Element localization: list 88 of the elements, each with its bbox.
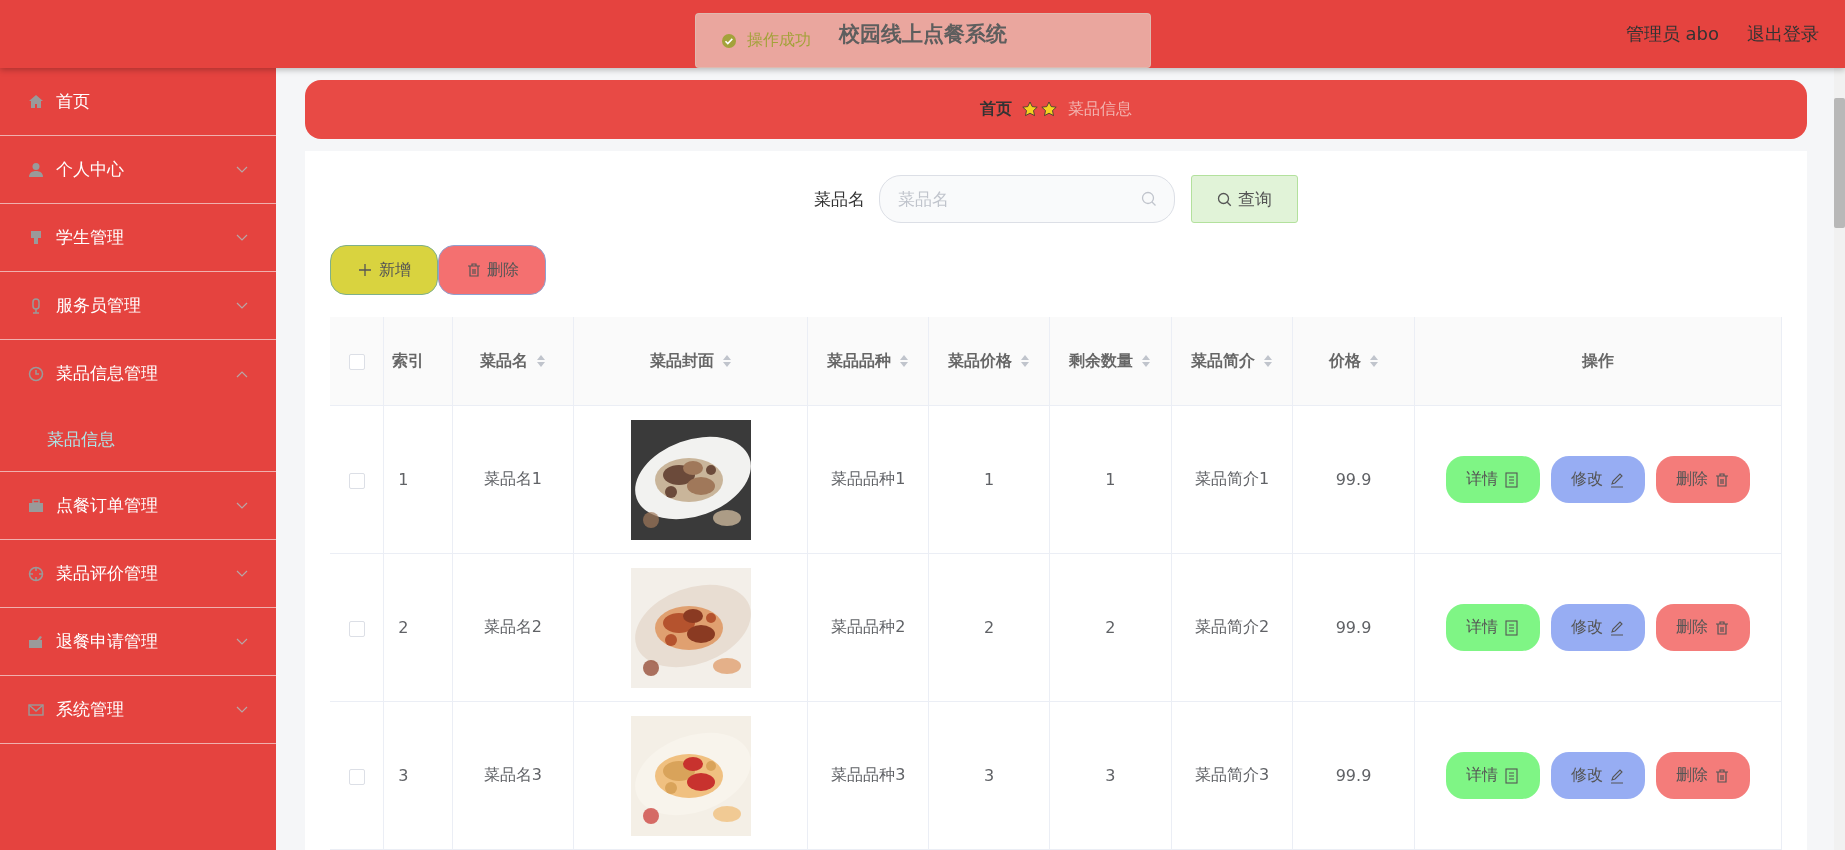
table-cell: 1: [398, 470, 409, 489]
delete-button[interactable]: 删除: [438, 245, 546, 295]
trash-icon: [465, 262, 480, 278]
table-cell: 3: [398, 766, 409, 785]
user-name: 管理员 abo: [1625, 22, 1719, 46]
detail-button[interactable]: 详情: [1445, 604, 1540, 651]
table-cell: 菜品简介2: [1194, 617, 1270, 636]
app-title: 校园线上点餐系统: [838, 21, 1007, 48]
pencil-icon: [1609, 767, 1625, 784]
column-header[interactable]: 菜品简介: [1191, 350, 1256, 372]
edit-button[interactable]: 修改: [1550, 456, 1645, 503]
table-cell: 2: [1105, 618, 1116, 637]
search-field[interactable]: 菜品名: [879, 175, 1175, 223]
column-header[interactable]: 剩余数量: [1069, 350, 1134, 372]
column-header[interactable]: 菜品品种: [827, 350, 892, 372]
trash-icon: [1714, 619, 1730, 636]
table-cell: 99.9: [1335, 766, 1372, 785]
document-icon: [1504, 767, 1520, 784]
column-header[interactable]: 菜品封面: [649, 350, 714, 372]
search-icon: [1217, 191, 1232, 207]
home-icon: [28, 93, 44, 110]
pin-icon: [28, 229, 44, 246]
table-cell: 3: [1105, 766, 1116, 785]
column-header[interactable]: 菜品名: [479, 350, 528, 372]
query-button[interactable]: 查询: [1191, 175, 1298, 223]
delete-button[interactable]: 删除: [1655, 456, 1750, 503]
detail-button[interactable]: 详情: [1445, 752, 1540, 799]
table-cell: 99.9: [1335, 618, 1372, 637]
table-cell: 菜品品种1: [831, 469, 906, 488]
detail-button[interactable]: 详情: [1445, 456, 1540, 503]
column-header[interactable]: 价格: [1328, 350, 1361, 372]
logout-link[interactable]: 退出登录: [1747, 22, 1819, 46]
menu-item[interactable]: 退餐申请管理: [0, 608, 276, 675]
column-header[interactable]: 操作: [1581, 350, 1614, 372]
briefcase-icon: [28, 497, 44, 514]
table-cell: 2: [984, 618, 995, 637]
menu-item[interactable]: 首页: [0, 68, 276, 135]
submenu-item[interactable]: 菜品信息: [0, 407, 276, 471]
table-cell: 99.9: [1335, 470, 1372, 489]
menu-item[interactable]: 菜品评价管理: [0, 540, 276, 607]
trash-icon: [1714, 471, 1730, 488]
stars-separator-icon: [1022, 101, 1058, 118]
table-cell: 菜品简介1: [1194, 469, 1270, 488]
column-header[interactable]: 索引: [392, 350, 425, 372]
crosshair-icon: [28, 565, 44, 582]
delete-button[interactable]: 删除: [1655, 604, 1750, 651]
document-icon: [1504, 619, 1520, 636]
clock-icon: [28, 365, 44, 382]
menu-item[interactable]: 学生管理: [0, 204, 276, 271]
table-cell: 菜品名3: [483, 765, 542, 784]
table-cell: 2: [398, 618, 409, 637]
table-cell: 1: [984, 470, 995, 489]
wallet-icon: [28, 633, 44, 650]
menu-item[interactable]: 点餐订单管理: [0, 472, 276, 539]
menu-item[interactable]: 个人中心: [0, 136, 276, 203]
table-cell: 1: [1105, 470, 1116, 489]
delete-button[interactable]: 删除: [1655, 752, 1750, 799]
search-label: 菜品名: [814, 187, 865, 211]
search-icon: [1141, 191, 1157, 207]
success-icon: [721, 32, 737, 49]
pencil-icon: [1609, 471, 1625, 488]
menu-item[interactable]: 菜品信息管理: [0, 340, 276, 407]
scrollbar[interactable]: [1834, 68, 1845, 850]
breadcrumb-item[interactable]: 首页: [980, 99, 1012, 120]
table-cell: 菜品名1: [483, 469, 542, 488]
toast-text: 操作成功: [747, 30, 811, 51]
table-cell: 菜品品种3: [831, 765, 906, 784]
pencil-icon: [1609, 619, 1625, 636]
trash-icon: [1714, 767, 1730, 784]
menu-item[interactable]: 系统管理: [0, 676, 276, 743]
table-cell: 菜品简介3: [1194, 765, 1270, 784]
table-cell: 菜品名2: [483, 617, 542, 636]
user-icon: [28, 161, 44, 178]
document-icon: [1504, 471, 1520, 488]
select-all-checkbox[interactable]: [348, 354, 365, 370]
breadcrumb-item[interactable]: 菜品信息: [1068, 99, 1132, 120]
envelope-icon: [28, 701, 44, 718]
row-checkbox[interactable]: [348, 620, 365, 637]
table-cell: 3: [984, 766, 995, 785]
table-cell: 菜品品种2: [831, 617, 906, 636]
row-checkbox[interactable]: [348, 768, 365, 785]
column-header[interactable]: 菜品价格: [948, 350, 1013, 372]
edit-button[interactable]: 修改: [1550, 752, 1645, 799]
plus-icon: [357, 263, 372, 277]
row-checkbox[interactable]: [348, 472, 365, 489]
add-button[interactable]: 新增: [330, 245, 438, 295]
menu-item[interactable]: 服务员管理: [0, 272, 276, 339]
edit-button[interactable]: 修改: [1550, 604, 1645, 651]
